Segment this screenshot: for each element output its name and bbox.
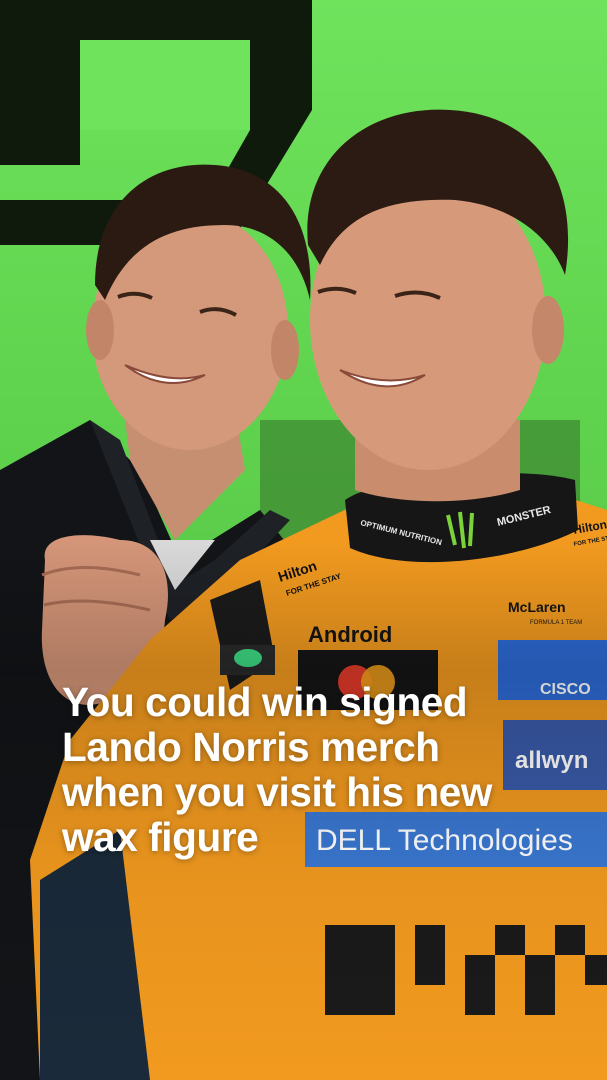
headline-line-4: wax figure <box>62 814 259 860</box>
story-headline: You could win signed Lando Norris merch … <box>62 680 562 860</box>
headline-line-1: You could win signed <box>62 679 468 725</box>
story-page: Hilton FOR THE STAY Android McLaren FORM… <box>0 0 607 1080</box>
headline-line-2: Lando Norris merch <box>62 724 440 770</box>
android-logo-text: Android <box>308 622 392 647</box>
headline-line-3: when you visit his new <box>62 769 493 815</box>
mclaren-logo-sub: FORMULA 1 TEAM <box>530 620 582 626</box>
mclaren-logo-text: McLaren <box>508 599 566 615</box>
photo-two-drivers: Hilton FOR THE STAY Android McLaren FORM… <box>0 0 607 1080</box>
